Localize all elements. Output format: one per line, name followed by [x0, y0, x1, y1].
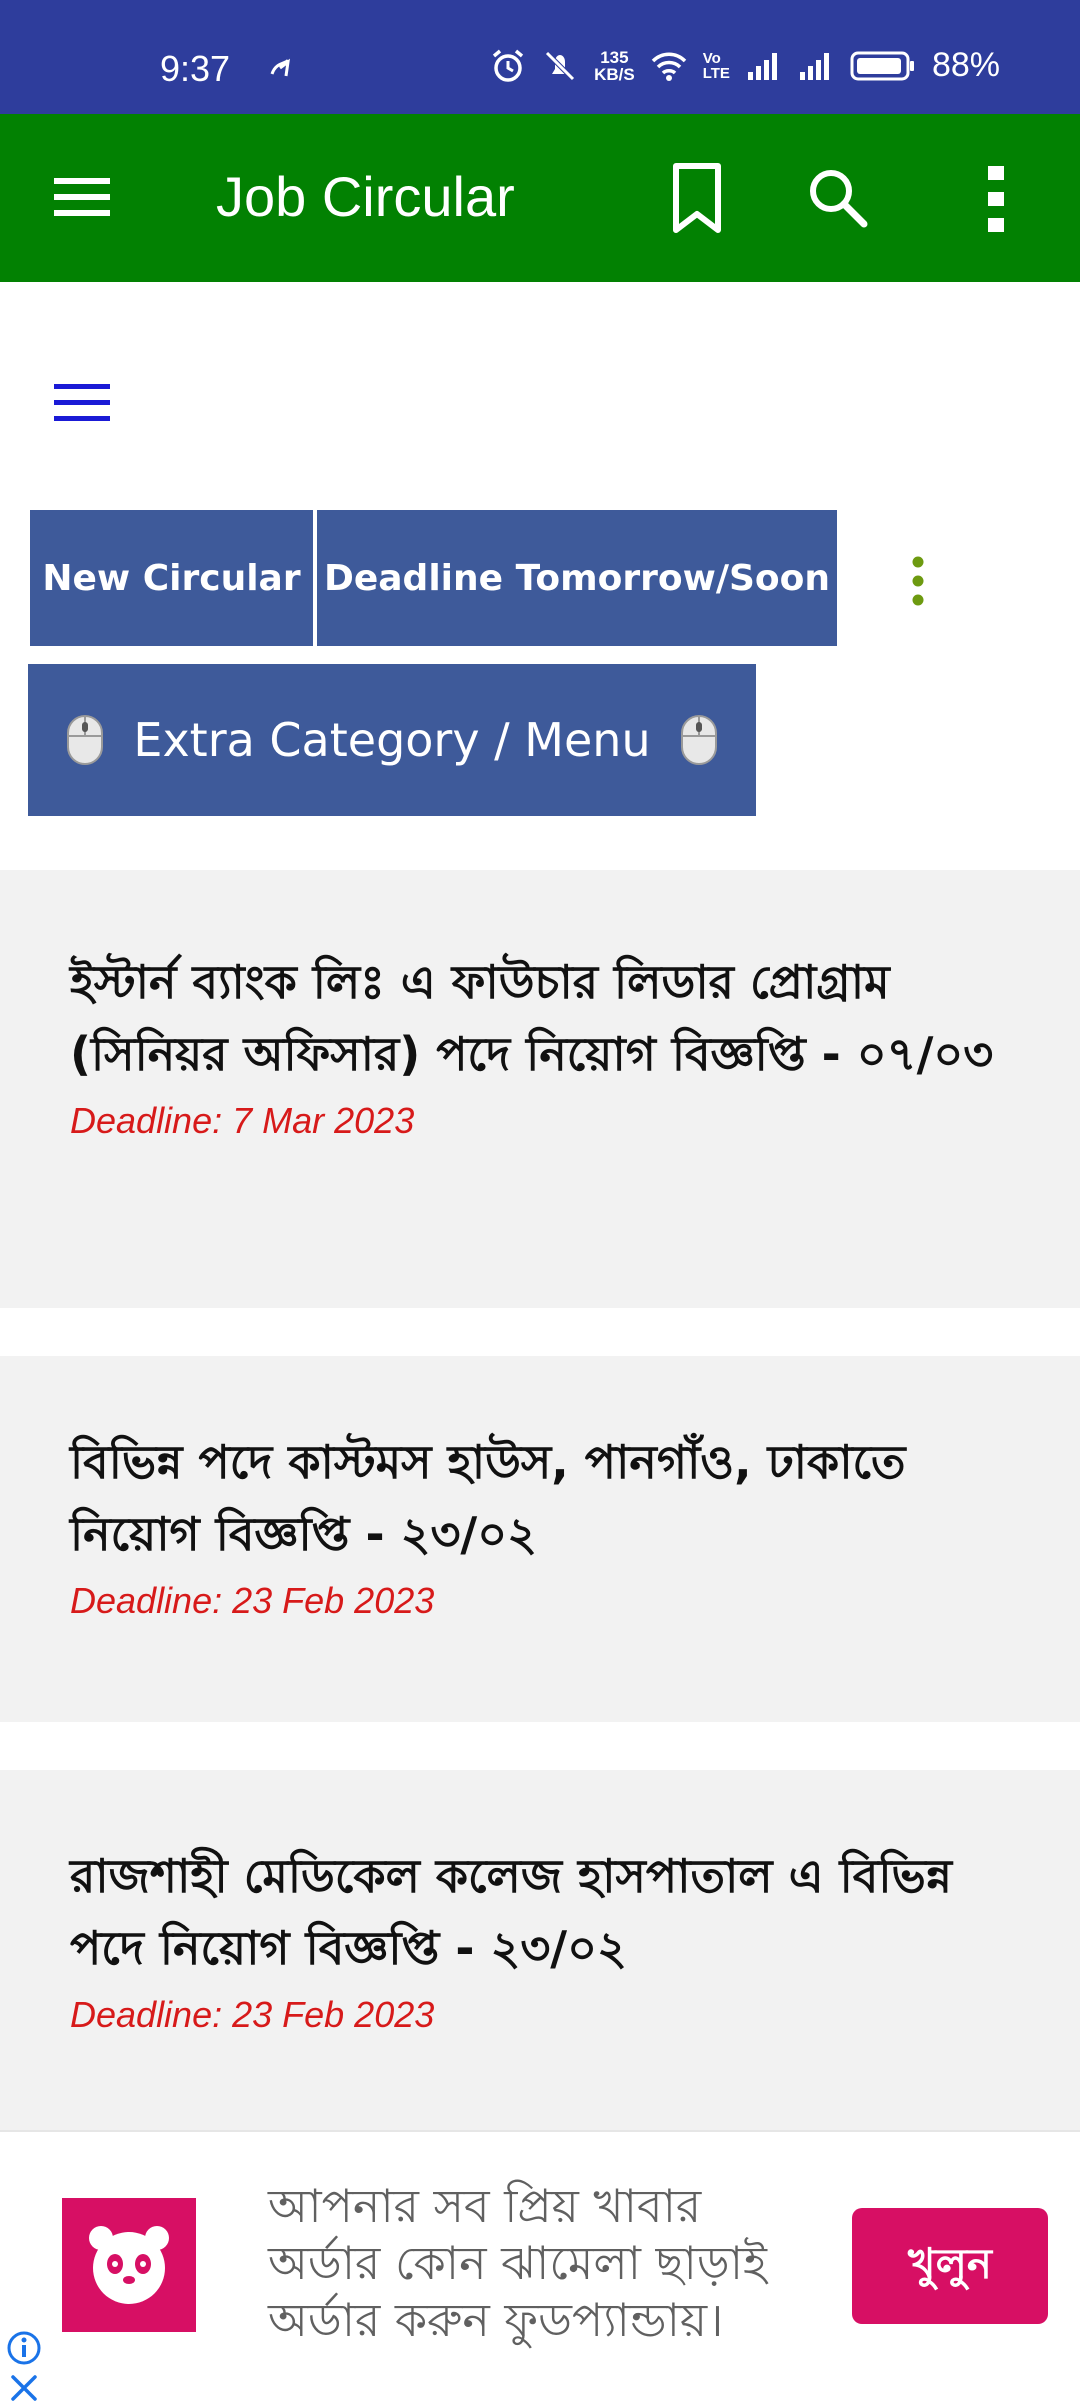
extra-category-label: Extra Category / Menu [133, 713, 651, 767]
job-title[interactable]: রাজশাহী মেডিকেল কলেজ হাসপাতাল এ বিভিন্ন … [70, 1840, 1020, 1984]
category-menu-icon[interactable] [52, 380, 112, 426]
mute-icon [545, 50, 575, 81]
filter-button-group: New Circular Deadline Tomorrow/Soon [30, 510, 837, 646]
status-bar: 9:37 135 KB/S Vo LTE 88% [0, 0, 1080, 114]
ad-open-button[interactable]: খুলুন [852, 2208, 1048, 2324]
volte-top: Vo [702, 49, 721, 67]
ad-close-icon[interactable] [8, 2372, 40, 2404]
panda-icon [89, 2226, 169, 2304]
new-circular-button[interactable]: New Circular [30, 510, 313, 646]
job-deadline: Deadline: 23 Feb 2023 [70, 1580, 435, 1621]
mouse-icon [67, 715, 104, 765]
status-icons: 135 KB/S Vo LTE 88% [490, 46, 1000, 85]
job-card[interactable]: রাজশাহী মেডিকেল কলেজ হাসপাতাল এ বিভিন্ন … [0, 1770, 1080, 2130]
ad-info-icon[interactable] [6, 2330, 42, 2366]
job-title[interactable]: ইস্টার্ন ব্যাংক লিঃ এ ফাউচার লিডার প্রোগ… [70, 946, 1020, 1090]
job-card[interactable]: বিভিন্ন পদে কাস্টমস হাউস, পানগাঁও, ঢাকাত… [0, 1356, 1080, 1722]
ad-text: আপনার সব প্রিয় খাবার অর্ডার কোন ঝামেলা … [268, 2179, 767, 2347]
job-deadline: Deadline: 7 Mar 2023 [70, 1100, 415, 1141]
mouse-icon [680, 715, 717, 765]
job-title[interactable]: বিভিন্ন পদে কাস্টমস হাউস, পানগাঁও, ঢাকাত… [70, 1426, 1020, 1570]
signal-icon-sim2 [799, 52, 829, 80]
battery-icon [850, 51, 914, 80]
signal-icon-sim1 [747, 52, 777, 80]
job-deadline: Deadline: 23 Feb 2023 [70, 1994, 435, 2035]
more-vert-icon[interactable] [982, 164, 1012, 234]
app-title: Job Circular [216, 165, 515, 228]
search-icon[interactable] [806, 166, 870, 230]
extra-category-button[interactable]: Extra Category / Menu [28, 664, 756, 816]
job-card[interactable]: ইস্টার্ন ব্যাংক লিঃ এ ফাউচার লিডার প্রোগ… [0, 870, 1080, 1308]
app-bar: Job Circular [0, 114, 1080, 282]
foodpanda-logo[interactable] [62, 2198, 196, 2332]
alarm-icon [492, 49, 524, 82]
more-options-icon[interactable] [908, 556, 928, 606]
sync-icon [270, 58, 290, 77]
deadline-soon-button[interactable]: Deadline Tomorrow/Soon [317, 510, 837, 646]
volte-bottom: LTE [702, 64, 730, 82]
wifi-icon [651, 52, 686, 81]
network-speed-unit: KB/S [594, 64, 635, 84]
network-speed-value: 135 [600, 47, 629, 67]
battery-percent: 88% [931, 46, 1000, 84]
bookmark-icon[interactable] [670, 162, 724, 234]
network-speed: 135 KB/S [594, 49, 635, 83]
status-time: 9:37 [160, 48, 231, 89]
volte-indicator: Vo LTE [703, 51, 730, 81]
menu-icon[interactable] [52, 172, 112, 222]
ad-banner[interactable]: আপনার সব প্রিয় খাবার অর্ডার কোন ঝামেলা … [0, 2130, 1080, 2401]
